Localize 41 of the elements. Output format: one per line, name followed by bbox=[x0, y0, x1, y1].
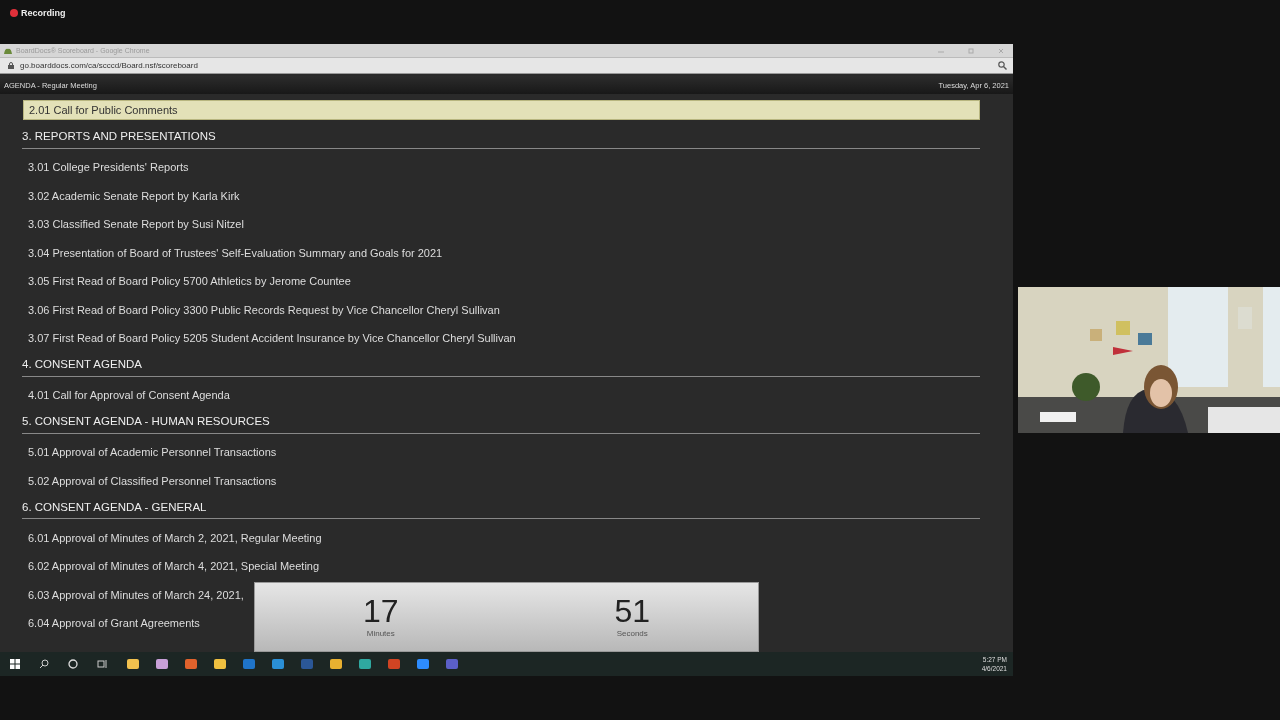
section-heading: 5. CONSENT AGENDA - HUMAN RESOURCES bbox=[22, 409, 980, 434]
agenda-item[interactable]: 3.01 College Presidents' Reports bbox=[23, 157, 189, 177]
agenda-item[interactable]: 5.02 Approval of Classified Personnel Transactions bbox=[23, 470, 277, 491]
app-icon[interactable] bbox=[155, 657, 169, 671]
agenda-item[interactable]: 6.02 Approval of Minutes of March 4, 2021, Special Meeting bbox=[23, 556, 320, 576]
agenda-item[interactable]: 6.01 Approval of Minutes of March 2, 2021, Regular Meeting bbox=[23, 527, 322, 548]
agenda-item[interactable]: 6.04 Approval of Grant Agreements bbox=[23, 613, 200, 633]
lock-icon bbox=[8, 62, 14, 69]
agenda-item[interactable]: 3.03 Classified Senate Report by Susi Nitzel bbox=[23, 214, 244, 234]
agenda-item[interactable]: 3.05 First Read of Board Policy 5700 Athletics by Jerome Countee bbox=[23, 271, 351, 291]
timer-unit: Seconds bbox=[616, 629, 648, 638]
app-icon[interactable] bbox=[271, 657, 285, 671]
app-icon[interactable] bbox=[416, 657, 430, 671]
app-icon[interactable] bbox=[126, 657, 140, 671]
agenda-item[interactable]: 3.06 First Read of Board Policy 3300 Public Records Request by Vice Chancellor Cheryl Sullivan bbox=[23, 299, 500, 320]
agenda-item[interactable]: 6.03 Approval of Minutes of March 24, 2021, bbox=[23, 584, 244, 605]
agenda-item[interactable]: 3.04 Presentation of Board of Trustees' Self-Evaluation Summary and Goals for 2021 bbox=[23, 242, 443, 263]
timer-value: 51 bbox=[614, 593, 651, 629]
agenda-item[interactable]: 5.01 Approval of Academic Personnel Transactions bbox=[23, 442, 277, 462]
recording-dot-icon bbox=[10, 9, 18, 17]
search-icon[interactable] bbox=[998, 61, 1007, 70]
search-icon[interactable] bbox=[39, 659, 49, 669]
section-heading: 6. CONSENT AGENDA - GENERAL bbox=[22, 495, 980, 519]
circle-icon[interactable] bbox=[68, 659, 78, 669]
app-icon[interactable] bbox=[213, 657, 227, 671]
agenda-item[interactable]: 3.07 First Read of Board Policy 5205 Student Accident Insurance by Vice Chancellor Cheryl Sullivan bbox=[23, 328, 516, 348]
url-field[interactable]: go.boarddocs.com/ca/scccd/Board.nsf/scoreboard bbox=[20, 61, 198, 70]
agenda-item[interactable]: 3.02 Academic Senate Report by Karla Kirk bbox=[23, 185, 240, 206]
agenda-item[interactable]: 2.01 Call for Public Comments bbox=[23, 100, 980, 120]
agenda-item[interactable]: 4.01 Call for Approval of Consent Agenda bbox=[23, 385, 230, 405]
app-icon[interactable] bbox=[329, 657, 343, 671]
app-icon[interactable] bbox=[358, 657, 372, 671]
recording-label: Recording bbox=[21, 8, 66, 18]
timer-unit: Minutes bbox=[366, 629, 395, 638]
app-icon[interactable] bbox=[184, 657, 198, 671]
timer-value: 17 bbox=[362, 593, 399, 629]
section-heading: 3. REPORTS AND PRESENTATIONS bbox=[22, 124, 980, 149]
start-icon[interactable] bbox=[10, 659, 20, 669]
section-heading: 4. CONSENT AGENDA bbox=[22, 352, 980, 377]
tree-icon bbox=[4, 47, 12, 54]
task-view-icon[interactable] bbox=[97, 659, 107, 669]
